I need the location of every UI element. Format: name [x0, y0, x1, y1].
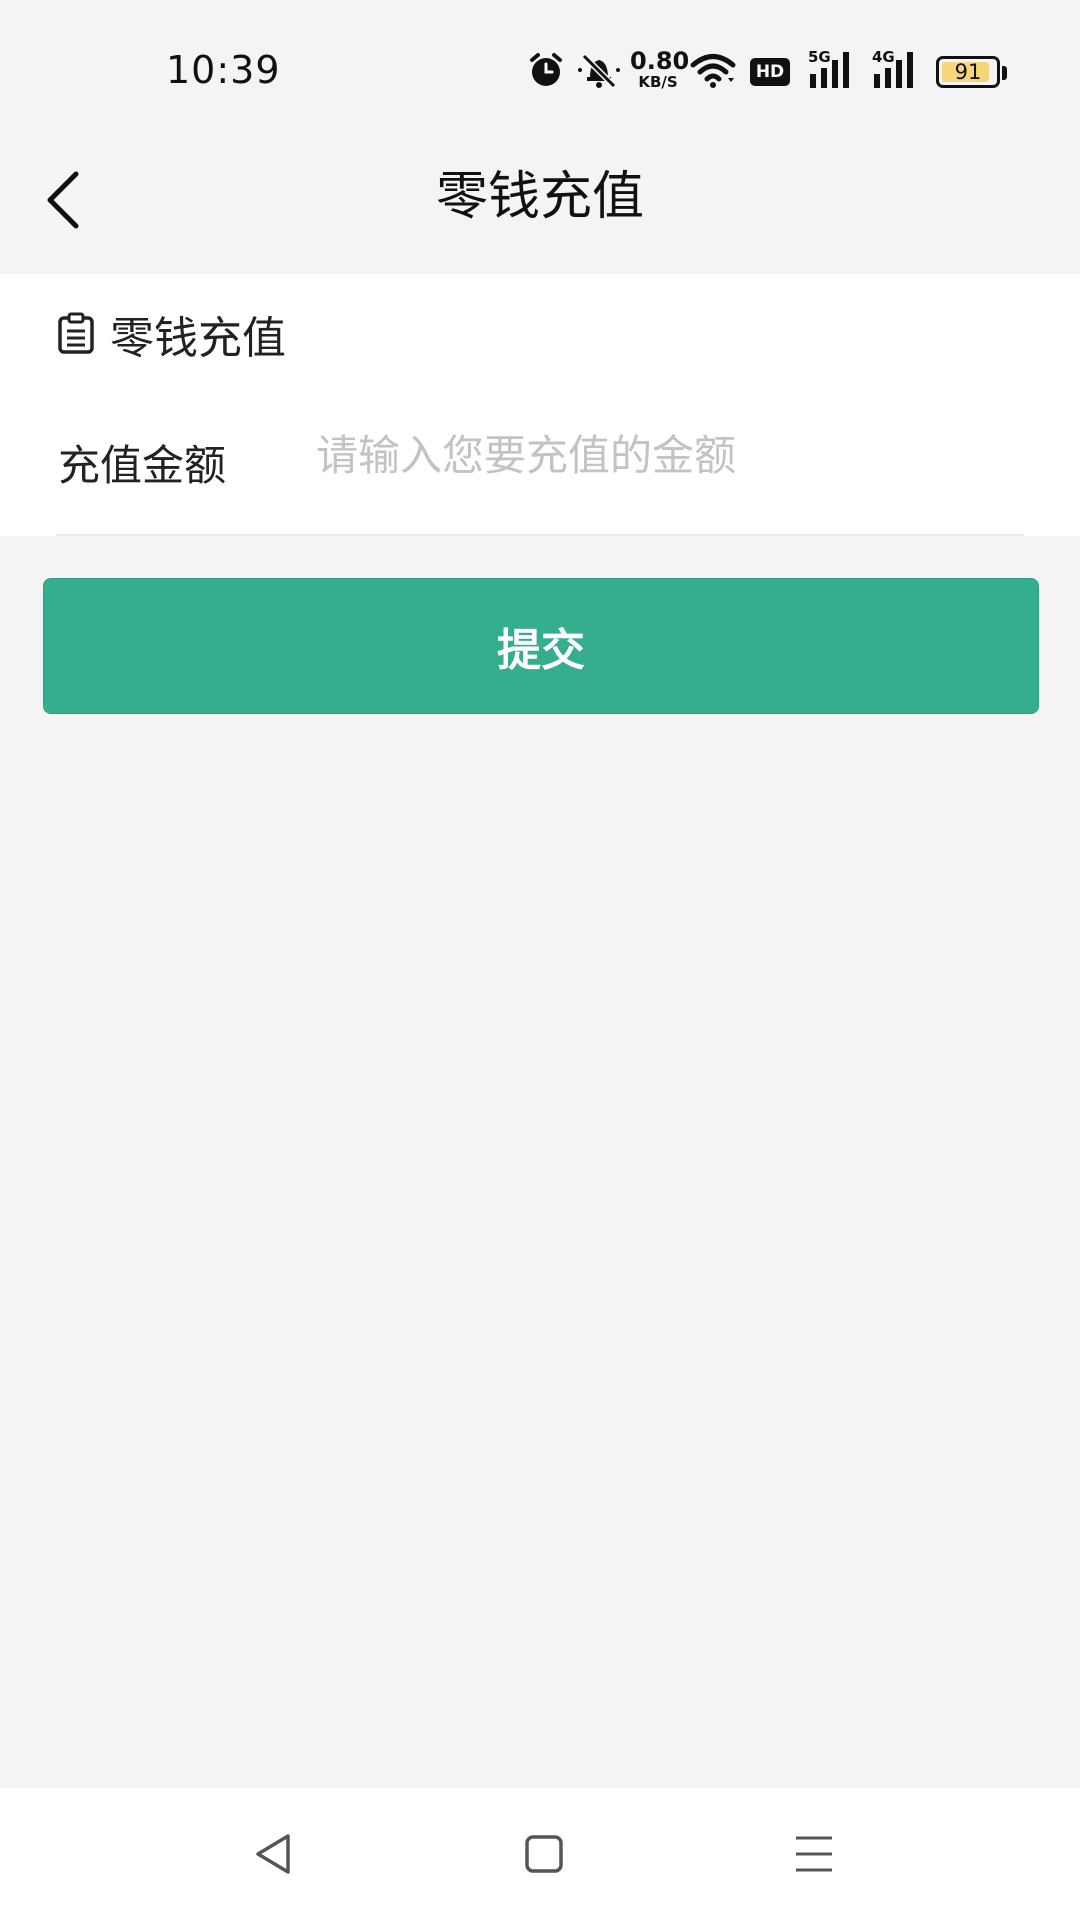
- wifi-icon: [690, 54, 736, 88]
- battery-cap: [1002, 66, 1007, 80]
- nav-menu-lines-icon[interactable]: [784, 1824, 844, 1884]
- nav-home-square-icon[interactable]: [514, 1824, 574, 1884]
- mute-bell-icon: [578, 53, 620, 89]
- header: 零钱充值: [0, 120, 1080, 274]
- divider: [56, 534, 1024, 536]
- nav-back-triangle-icon[interactable]: [244, 1824, 304, 1884]
- status-icons: 0.80 KB/S HD 5G 4G 91: [526, 47, 1007, 98]
- status-bar: 10:39 0.80 KB/S HD 5G 4G 91: [0, 0, 1080, 120]
- hd-label: HD: [755, 62, 785, 82]
- page-title: 零钱充值: [435, 167, 644, 227]
- status-time: 10:39: [166, 48, 281, 92]
- clipboard-list-icon: [58, 312, 94, 354]
- signal-5g-icon: 5G: [808, 48, 854, 92]
- section-title: 零钱充值: [110, 313, 286, 364]
- amount-label: 充值金额: [58, 441, 227, 490]
- submit-button[interactable]: 提交: [43, 578, 1039, 714]
- section-header: 零钱充值: [56, 304, 286, 364]
- system-navigation-bar: [0, 1788, 1080, 1920]
- network-speed: 0.80 KB/S: [630, 47, 690, 91]
- network-speed-value: 0.80: [630, 47, 690, 75]
- amount-input[interactable]: [316, 420, 1016, 490]
- battery-icon: 91: [936, 56, 1000, 88]
- hd-icon: HD: [750, 58, 790, 86]
- recharge-form: 零钱充值 充值金额: [0, 274, 1080, 536]
- battery-level: 91: [954, 60, 982, 84]
- alarm-icon: [530, 53, 562, 86]
- signal-4g-icon: 4G: [872, 48, 918, 92]
- network-speed-unit: KB/S: [638, 73, 678, 91]
